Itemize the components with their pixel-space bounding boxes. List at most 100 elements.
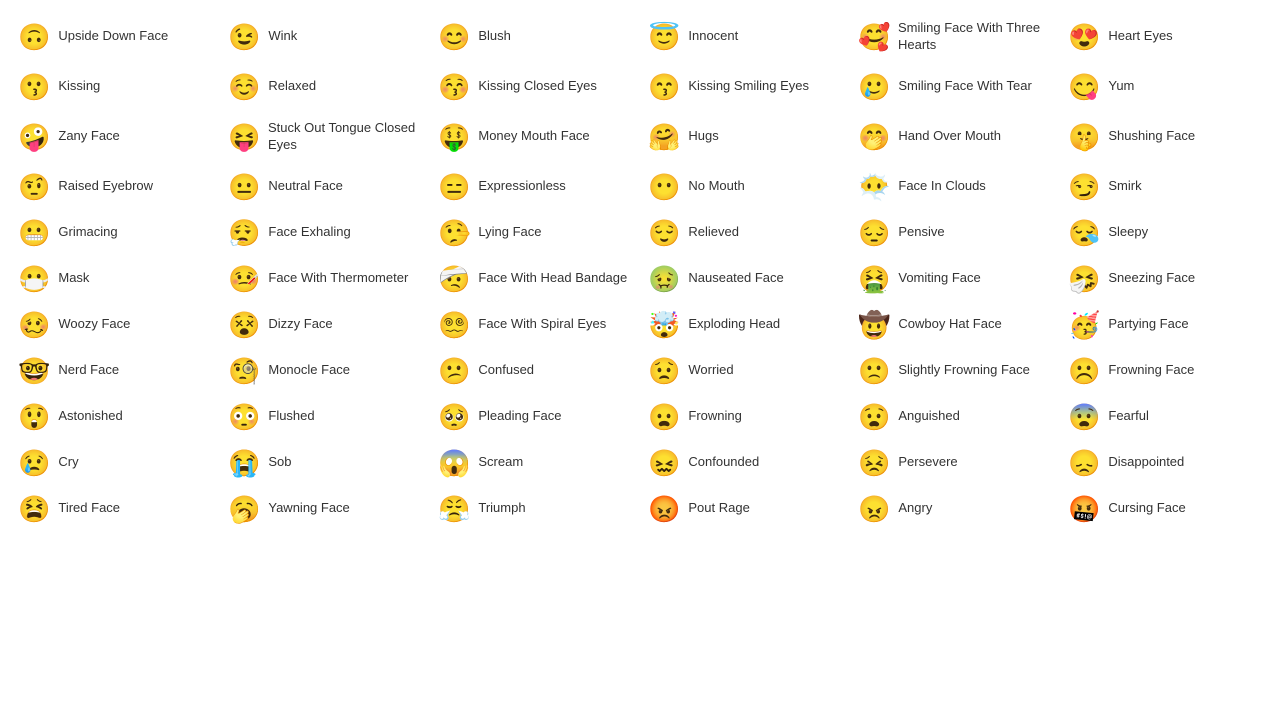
emoji-icon: 🥳	[1068, 312, 1100, 338]
list-item[interactable]: 😵Dizzy Face	[220, 302, 430, 348]
emoji-icon: 😚	[438, 74, 470, 100]
emoji-icon: 😷	[18, 266, 50, 292]
emoji-icon: 😖	[648, 450, 680, 476]
list-item[interactable]: 😔Pensive	[850, 210, 1060, 256]
list-item[interactable]: 😙Kissing Smiling Eyes	[640, 64, 850, 110]
list-item[interactable]: 🙃Upside Down Face	[10, 10, 220, 64]
list-item[interactable]: 🤢Nauseated Face	[640, 256, 850, 302]
list-item[interactable]: 😶No Mouth	[640, 164, 850, 210]
emoji-icon: 🤬	[1068, 496, 1100, 522]
list-item[interactable]: 🙁Slightly Frowning Face	[850, 348, 1060, 394]
list-item[interactable]: 😭Sob	[220, 440, 430, 486]
emoji-label: Pensive	[898, 224, 944, 241]
emoji-icon: 🤭	[858, 124, 890, 150]
list-item[interactable]: 😮‍💨Face Exhaling	[220, 210, 430, 256]
list-item[interactable]: 🤨Raised Eyebrow	[10, 164, 220, 210]
list-item[interactable]: 😣Persevere	[850, 440, 1060, 486]
emoji-label: Yawning Face	[268, 500, 349, 517]
emoji-label: Cowboy Hat Face	[898, 316, 1001, 333]
list-item[interactable]: 😪Sleepy	[1060, 210, 1270, 256]
emoji-icon: 😟	[648, 358, 680, 384]
list-item[interactable]: 😳Flushed	[220, 394, 430, 440]
list-item[interactable]: 🤑Money Mouth Face	[430, 110, 640, 164]
list-item[interactable]: 🥰Smiling Face With Three Hearts	[850, 10, 1060, 64]
list-item[interactable]: 😵‍💫Face With Spiral Eyes	[430, 302, 640, 348]
list-item[interactable]: 🤬 Cursing Face	[1060, 486, 1270, 532]
emoji-label: Woozy Face	[58, 316, 130, 333]
list-item[interactable]: 😞Disappointed	[1060, 440, 1270, 486]
emoji-icon: 😭	[228, 450, 260, 476]
list-item[interactable]: 😟Worried	[640, 348, 850, 394]
emoji-icon: 🥺	[438, 404, 470, 430]
list-item[interactable]: 😠Angry	[850, 486, 1060, 532]
list-item[interactable]: 😬Grimacing	[10, 210, 220, 256]
list-item[interactable]: 🧐Monocle Face	[220, 348, 430, 394]
list-item[interactable]: 😇Innocent	[640, 10, 850, 64]
emoji-icon: 😠	[858, 496, 890, 522]
emoji-label: Sleepy	[1108, 224, 1148, 241]
list-item[interactable]: 🤯Exploding Head	[640, 302, 850, 348]
list-item[interactable]: 🤥Lying Face	[430, 210, 640, 256]
list-item[interactable]: 😋Yum	[1060, 64, 1270, 110]
list-item[interactable]: ☺️Relaxed	[220, 64, 430, 110]
list-item[interactable]: 😑Expressionless	[430, 164, 640, 210]
list-item[interactable]: 😖Confounded	[640, 440, 850, 486]
list-item[interactable]: 😚Kissing Closed Eyes	[430, 64, 640, 110]
list-item[interactable]: 😐Neutral Face	[220, 164, 430, 210]
list-item[interactable]: 🤠Cowboy Hat Face	[850, 302, 1060, 348]
list-item[interactable]: 🤪Zany Face	[10, 110, 220, 164]
list-item[interactable]: ☹️Frowning Face	[1060, 348, 1270, 394]
list-item[interactable]: 😦Frowning	[640, 394, 850, 440]
emoji-label: Anguished	[898, 408, 959, 425]
list-item[interactable]: 🥲Smiling Face With Tear	[850, 64, 1060, 110]
list-item[interactable]: 😕Confused	[430, 348, 640, 394]
emoji-icon: 😏	[1068, 174, 1100, 200]
emoji-icon: 😡	[648, 496, 680, 522]
list-item[interactable]: 😨Fearful	[1060, 394, 1270, 440]
list-item[interactable]: 😶‍🌫️Face In Clouds	[850, 164, 1060, 210]
emoji-label: Kissing Smiling Eyes	[688, 78, 809, 95]
list-item[interactable]: 🥴Woozy Face	[10, 302, 220, 348]
emoji-label: Dizzy Face	[268, 316, 332, 333]
list-item[interactable]: 😫Tired Face	[10, 486, 220, 532]
emoji-icon: 😝	[228, 124, 260, 150]
list-item[interactable]: 🤭Hand Over Mouth	[850, 110, 1060, 164]
list-item[interactable]: 🤮Vomiting Face	[850, 256, 1060, 302]
list-item[interactable]: 😉 Wink	[220, 10, 430, 64]
emoji-icon: 😦	[648, 404, 680, 430]
list-item[interactable]: 🤫Shushing Face	[1060, 110, 1270, 164]
emoji-label: Stuck Out Tongue Closed Eyes	[268, 120, 422, 154]
emoji-label: Mask	[58, 270, 89, 287]
emoji-icon: 🥱	[228, 496, 260, 522]
emoji-icon: 😉	[228, 24, 260, 50]
list-item[interactable]: 😡Pout Rage	[640, 486, 850, 532]
list-item[interactable]: 😤Triumph	[430, 486, 640, 532]
emoji-label: Wink	[268, 28, 297, 45]
list-item[interactable]: 🤕Face With Head Bandage	[430, 256, 640, 302]
list-item[interactable]: 😧 Anguished	[850, 394, 1060, 440]
list-item[interactable]: 🤧Sneezing Face	[1060, 256, 1270, 302]
list-item[interactable]: 🥺Pleading Face	[430, 394, 640, 440]
list-item[interactable]: 😲Astonished	[10, 394, 220, 440]
emoji-icon: 😧	[858, 404, 890, 430]
list-item[interactable]: 😢Cry	[10, 440, 220, 486]
list-item[interactable]: 🤗Hugs	[640, 110, 850, 164]
emoji-label: Raised Eyebrow	[58, 178, 153, 195]
list-item[interactable]: 😍Heart Eyes	[1060, 10, 1270, 64]
list-item[interactable]: 😗Kissing	[10, 64, 220, 110]
list-item[interactable]: 😌Relieved	[640, 210, 850, 256]
list-item[interactable]: 🤓Nerd Face	[10, 348, 220, 394]
list-item[interactable]: 🥳Partying Face	[1060, 302, 1270, 348]
list-item[interactable]: 😝 Stuck Out Tongue Closed Eyes	[220, 110, 430, 164]
emoji-label: Face With Thermometer	[268, 270, 408, 287]
emoji-label: Face With Head Bandage	[478, 270, 627, 287]
list-item[interactable]: 😏Smirk	[1060, 164, 1270, 210]
emoji-label: Cursing Face	[1108, 500, 1185, 517]
emoji-icon: 😋	[1068, 74, 1100, 100]
list-item[interactable]: 😱Scream	[430, 440, 640, 486]
list-item[interactable]: 🤒Face With Thermometer	[220, 256, 430, 302]
emoji-label: Persevere	[898, 454, 957, 471]
list-item[interactable]: 😊Blush	[430, 10, 640, 64]
list-item[interactable]: 😷 Mask	[10, 256, 220, 302]
list-item[interactable]: 🥱 Yawning Face	[220, 486, 430, 532]
